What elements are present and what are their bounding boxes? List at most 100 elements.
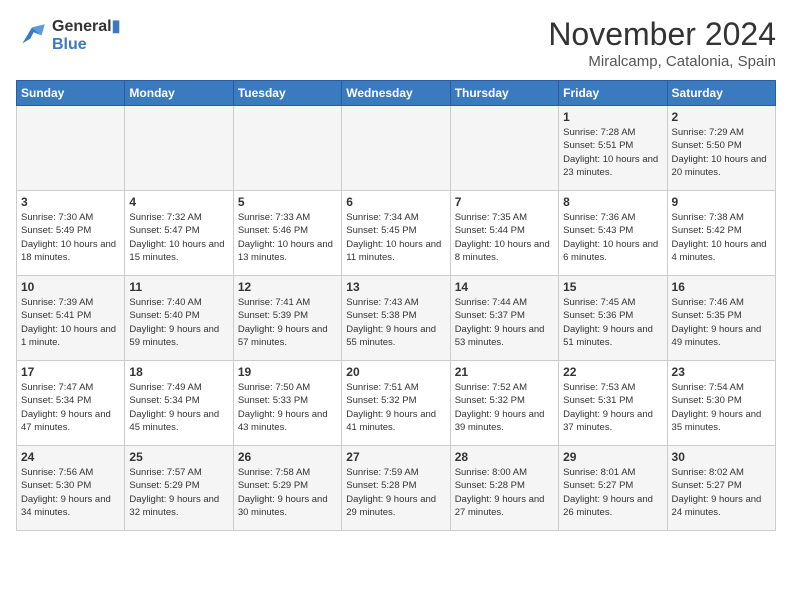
day-number: 26 xyxy=(238,450,337,464)
day-number: 6 xyxy=(346,195,445,209)
day-number: 12 xyxy=(238,280,337,294)
day-number: 8 xyxy=(563,195,662,209)
calendar-cell: 25 Sunrise: 7:57 AM Sunset: 5:29 PM Dayli… xyxy=(125,446,233,531)
day-number: 30 xyxy=(672,450,771,464)
day-number: 20 xyxy=(346,365,445,379)
day-info: Sunrise: 7:38 AM Sunset: 5:42 PM Dayligh… xyxy=(672,211,771,264)
day-info: Sunrise: 7:51 AM Sunset: 5:32 PM Dayligh… xyxy=(346,381,445,434)
calendar-cell: 21 Sunrise: 7:52 AM Sunset: 5:32 PM Dayli… xyxy=(450,361,558,446)
calendar-cell: 3 Sunrise: 7:30 AM Sunset: 5:49 PM Daylig… xyxy=(17,191,125,276)
day-info: Sunrise: 7:58 AM Sunset: 5:29 PM Dayligh… xyxy=(238,466,337,519)
day-info: Sunrise: 7:47 AM Sunset: 5:34 PM Dayligh… xyxy=(21,381,120,434)
day-number: 19 xyxy=(238,365,337,379)
calendar-cell xyxy=(125,106,233,191)
day-number: 25 xyxy=(129,450,228,464)
weekday-header-row: SundayMondayTuesdayWednesdayThursdayFrid… xyxy=(17,81,776,106)
calendar-cell: 12 Sunrise: 7:41 AM Sunset: 5:39 PM Dayli… xyxy=(233,276,341,361)
day-number: 28 xyxy=(455,450,554,464)
day-info: Sunrise: 7:53 AM Sunset: 5:31 PM Dayligh… xyxy=(563,381,662,434)
weekday-header-wednesday: Wednesday xyxy=(342,81,450,106)
day-number: 18 xyxy=(129,365,228,379)
day-number: 13 xyxy=(346,280,445,294)
calendar-cell: 2 Sunrise: 7:29 AM Sunset: 5:50 PM Daylig… xyxy=(667,106,775,191)
logo-text: General▮ Blue xyxy=(52,16,120,54)
calendar-week-row: 3 Sunrise: 7:30 AM Sunset: 5:49 PM Daylig… xyxy=(17,191,776,276)
calendar-cell: 19 Sunrise: 7:50 AM Sunset: 5:33 PM Dayli… xyxy=(233,361,341,446)
calendar-cell: 20 Sunrise: 7:51 AM Sunset: 5:32 PM Dayli… xyxy=(342,361,450,446)
day-info: Sunrise: 7:36 AM Sunset: 5:43 PM Dayligh… xyxy=(563,211,662,264)
calendar-cell: 29Sunrise: 8:01 AM Sunset: 5:27 PM Dayli… xyxy=(559,446,667,531)
day-info: Sunrise: 7:35 AM Sunset: 5:44 PM Dayligh… xyxy=(455,211,554,264)
calendar-week-row: 17 Sunrise: 7:47 AM Sunset: 5:34 PM Dayli… xyxy=(17,361,776,446)
day-info: Sunrise: 7:32 AM Sunset: 5:47 PM Dayligh… xyxy=(129,211,228,264)
calendar-cell: 6 Sunrise: 7:34 AM Sunset: 5:45 PM Daylig… xyxy=(342,191,450,276)
day-info: Sunrise: 7:45 AM Sunset: 5:36 PM Dayligh… xyxy=(563,296,662,349)
calendar-cell: 1Sunrise: 7:28 AM Sunset: 5:51 PM Daylig… xyxy=(559,106,667,191)
day-info: Sunrise: 7:43 AM Sunset: 5:38 PM Dayligh… xyxy=(346,296,445,349)
day-info: Sunrise: 7:50 AM Sunset: 5:33 PM Dayligh… xyxy=(238,381,337,434)
calendar-cell: 28Sunrise: 8:00 AM Sunset: 5:28 PM Dayli… xyxy=(450,446,558,531)
day-number: 10 xyxy=(21,280,120,294)
day-info: Sunrise: 7:39 AM Sunset: 5:41 PM Dayligh… xyxy=(21,296,120,349)
calendar-week-row: 24Sunrise: 7:56 AM Sunset: 5:30 PM Dayli… xyxy=(17,446,776,531)
day-info: Sunrise: 7:52 AM Sunset: 5:32 PM Dayligh… xyxy=(455,381,554,434)
calendar-cell: 26 Sunrise: 7:58 AM Sunset: 5:29 PM Dayli… xyxy=(233,446,341,531)
calendar-cell: 11 Sunrise: 7:40 AM Sunset: 5:40 PM Dayli… xyxy=(125,276,233,361)
calendar-cell xyxy=(342,106,450,191)
calendar-cell: 16 Sunrise: 7:46 AM Sunset: 5:35 PM Dayli… xyxy=(667,276,775,361)
calendar-cell xyxy=(17,106,125,191)
page-header: General▮ Blue November 2024 Miralcamp, C… xyxy=(16,16,776,70)
calendar-week-row: 1Sunrise: 7:28 AM Sunset: 5:51 PM Daylig… xyxy=(17,106,776,191)
calendar-cell xyxy=(450,106,558,191)
calendar-cell: 15 Sunrise: 7:45 AM Sunset: 5:36 PM Dayli… xyxy=(559,276,667,361)
day-info: Sunrise: 7:29 AM Sunset: 5:50 PM Dayligh… xyxy=(672,126,771,179)
calendar-cell: 8 Sunrise: 7:36 AM Sunset: 5:43 PM Daylig… xyxy=(559,191,667,276)
day-info: Sunrise: 7:40 AM Sunset: 5:40 PM Dayligh… xyxy=(129,296,228,349)
day-info: Sunrise: 7:34 AM Sunset: 5:45 PM Dayligh… xyxy=(346,211,445,264)
day-info: Sunrise: 7:59 AM Sunset: 5:28 PM Dayligh… xyxy=(346,466,445,519)
calendar-cell: 14Sunrise: 7:44 AM Sunset: 5:37 PM Dayli… xyxy=(450,276,558,361)
day-number: 21 xyxy=(455,365,554,379)
weekday-header-tuesday: Tuesday xyxy=(233,81,341,106)
calendar-cell: 10 Sunrise: 7:39 AM Sunset: 5:41 PM Dayli… xyxy=(17,276,125,361)
day-number: 2 xyxy=(672,110,771,124)
weekday-header-monday: Monday xyxy=(125,81,233,106)
day-number: 9 xyxy=(672,195,771,209)
calendar-cell: 7Sunrise: 7:35 AM Sunset: 5:44 PM Daylig… xyxy=(450,191,558,276)
calendar-cell: 4 Sunrise: 7:32 AM Sunset: 5:47 PM Daylig… xyxy=(125,191,233,276)
day-info: Sunrise: 7:46 AM Sunset: 5:35 PM Dayligh… xyxy=(672,296,771,349)
day-number: 16 xyxy=(672,280,771,294)
day-number: 27 xyxy=(346,450,445,464)
calendar-cell: 13 Sunrise: 7:43 AM Sunset: 5:38 PM Dayli… xyxy=(342,276,450,361)
day-number: 11 xyxy=(129,280,228,294)
day-number: 17 xyxy=(21,365,120,379)
calendar-cell: 5Sunrise: 7:33 AM Sunset: 5:46 PM Daylig… xyxy=(233,191,341,276)
calendar-cell: 18 Sunrise: 7:49 AM Sunset: 5:34 PM Dayli… xyxy=(125,361,233,446)
day-number: 15 xyxy=(563,280,662,294)
calendar-cell xyxy=(233,106,341,191)
weekday-header-sunday: Sunday xyxy=(17,81,125,106)
weekday-header-saturday: Saturday xyxy=(667,81,775,106)
day-info: Sunrise: 7:57 AM Sunset: 5:29 PM Dayligh… xyxy=(129,466,228,519)
day-number: 4 xyxy=(129,195,228,209)
calendar-cell: 9 Sunrise: 7:38 AM Sunset: 5:42 PM Daylig… xyxy=(667,191,775,276)
title-block: November 2024 Miralcamp, Catalonia, Spai… xyxy=(548,16,776,70)
day-info: Sunrise: 7:30 AM Sunset: 5:49 PM Dayligh… xyxy=(21,211,120,264)
day-info: Sunrise: 8:01 AM Sunset: 5:27 PM Dayligh… xyxy=(563,466,662,519)
weekday-header-friday: Friday xyxy=(559,81,667,106)
logo: General▮ Blue xyxy=(16,16,120,54)
day-info: Sunrise: 7:56 AM Sunset: 5:30 PM Dayligh… xyxy=(21,466,120,519)
calendar-cell: 23Sunrise: 7:54 AM Sunset: 5:30 PM Dayli… xyxy=(667,361,775,446)
day-number: 1 xyxy=(563,110,662,124)
calendar-cell: 17 Sunrise: 7:47 AM Sunset: 5:34 PM Dayli… xyxy=(17,361,125,446)
day-info: Sunrise: 7:49 AM Sunset: 5:34 PM Dayligh… xyxy=(129,381,228,434)
day-info: Sunrise: 7:44 AM Sunset: 5:37 PM Dayligh… xyxy=(455,296,554,349)
day-info: Sunrise: 7:41 AM Sunset: 5:39 PM Dayligh… xyxy=(238,296,337,349)
calendar-cell: 22Sunrise: 7:53 AM Sunset: 5:31 PM Dayli… xyxy=(559,361,667,446)
day-info: Sunrise: 7:54 AM Sunset: 5:30 PM Dayligh… xyxy=(672,381,771,434)
calendar-week-row: 10 Sunrise: 7:39 AM Sunset: 5:41 PM Dayli… xyxy=(17,276,776,361)
day-info: Sunrise: 8:02 AM Sunset: 5:27 PM Dayligh… xyxy=(672,466,771,519)
day-number: 3 xyxy=(21,195,120,209)
calendar-cell: 24Sunrise: 7:56 AM Sunset: 5:30 PM Dayli… xyxy=(17,446,125,531)
location-subtitle: Miralcamp, Catalonia, Spain xyxy=(548,53,776,70)
